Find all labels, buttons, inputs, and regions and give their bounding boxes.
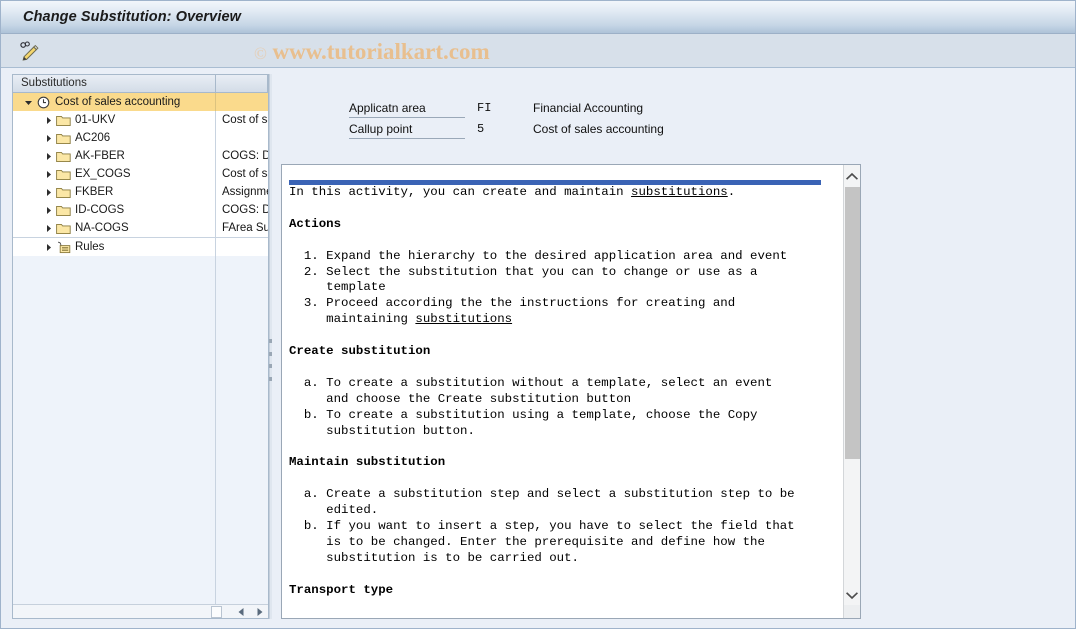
triangle-right-icon[interactable] [250,605,268,618]
tree-desc-cell: Assignme [216,183,268,201]
chevron-right-icon[interactable] [41,170,55,179]
tree-name-cell[interactable]: Rules [13,238,216,256]
tree-name-cell[interactable]: 01-UKV [13,111,216,129]
tree-desc-cell: Cost of sa [216,165,268,183]
tree-node-label: 01-UKV [75,114,116,126]
applicatn-area-value[interactable]: FI [465,100,533,116]
tree-header-substitutions: Substitutions [13,75,216,92]
tree-name-cell[interactable]: FKBER [13,183,216,201]
tree-header-description [216,75,268,92]
callup-point-label: Callup point [349,121,465,139]
tree-desc-cell [216,93,268,111]
tree-desc-cell: Cost of sa [216,111,268,129]
tree-desc-cell: COGS: De [216,201,268,219]
chevron-right-icon[interactable] [41,116,55,125]
folder-icon [55,204,71,217]
chevron-up-icon[interactable] [844,167,860,185]
folder-icon [55,222,71,235]
tree-row[interactable]: FKBER Assignme [13,183,268,201]
window-title-bar: Change Substitution: Overview [1,1,1075,34]
tree-name-cell[interactable]: Cost of sales accounting [13,93,216,111]
application-toolbar [1,34,1075,68]
clock-icon [35,96,51,109]
applicatn-area-label: Applicatn area [349,100,465,118]
pencil-edit-icon[interactable] [14,37,44,63]
chevron-right-icon[interactable] [41,188,55,197]
tree-desc-cell [216,129,268,147]
application-window: Change Substitution: Overview © www.tuto… [0,0,1076,629]
tree-horizontal-scrollbar[interactable] [13,604,268,618]
tree-row[interactable]: Cost of sales accounting [13,93,268,111]
documentation-text: In this activity, you can create and mai… [289,185,795,597]
folder-icon [55,114,71,127]
tree-desc-cell: COGS: De [216,147,268,165]
tree-node-label: FKBER [75,186,114,198]
tree-node-label: ID-COGS [75,204,125,216]
tree-empty-area [13,256,268,604]
tree-desc-cell [216,238,268,256]
chevron-right-icon[interactable] [41,134,55,143]
tree-name-cell[interactable]: EX_COGS [13,165,216,183]
tree-node-label: AC206 [75,132,111,144]
rules-icon [55,241,71,254]
vscroll-corner [844,605,860,618]
tree-name-cell[interactable]: AK-FBER [13,147,216,165]
field-row-callup-point: Callup point 5 Cost of sales accounting [349,121,769,142]
tree-node-label: Cost of sales accounting [55,96,181,108]
chevron-right-icon[interactable] [41,243,55,252]
tree-node-label: EX_COGS [75,168,131,180]
tree-name-cell[interactable]: AC206 [13,129,216,147]
folder-icon [55,132,71,145]
chevron-down-icon[interactable] [844,586,860,604]
applicatn-area-description: Financial Accounting [533,101,644,115]
documentation-panel: In this activity, you can create and mai… [281,164,861,619]
chevron-right-icon[interactable] [41,224,55,233]
tree-row[interactable]: NA-COGS FArea Su [13,219,268,237]
tree-row[interactable]: EX_COGS Cost of sa [13,165,268,183]
tree-row[interactable]: AK-FBER COGS: De [13,147,268,165]
folder-icon [55,186,71,199]
tree-node-label: Rules [75,241,105,253]
triangle-left-icon[interactable] [232,605,250,618]
tree-row[interactable]: Rules [13,237,268,256]
tree-node-label: NA-COGS [75,222,129,234]
tree-column-header: Substitutions [13,75,268,93]
callup-point-value[interactable]: 5 [465,121,533,137]
field-row-application-area: Applicatn area FI Financial Accounting [349,100,769,121]
chevron-down-icon[interactable] [21,98,35,107]
vscroll-thumb[interactable] [845,187,860,459]
tree-body: Cost of sales accounting 01-UKV Cost of … [13,93,268,604]
hscroll-thumb[interactable] [211,605,222,618]
page-title: Change Substitution: Overview [23,9,242,25]
folder-icon [55,168,71,181]
chevron-right-icon[interactable] [41,206,55,215]
folder-icon [55,150,71,163]
header-fields: Applicatn area FI Financial Accounting C… [349,100,769,142]
tree-row[interactable]: ID-COGS COGS: De [13,201,268,219]
tree-row[interactable]: AC206 [13,129,268,147]
chevron-right-icon[interactable] [41,152,55,161]
substitutions-tree-panel: Substitutions Cost of sales accounting 0… [12,74,269,619]
tree-name-cell[interactable]: ID-COGS [13,201,216,219]
tree-row[interactable]: 01-UKV Cost of sa [13,111,268,129]
tree-name-cell[interactable]: NA-COGS [13,219,216,237]
documentation-vertical-scrollbar[interactable] [843,165,860,618]
documentation-content: In this activity, you can create and mai… [282,165,843,618]
tree-desc-cell: FArea Su [216,219,268,237]
tree-node-label: AK-FBER [75,150,125,162]
callup-point-description: Cost of sales accounting [533,122,664,136]
